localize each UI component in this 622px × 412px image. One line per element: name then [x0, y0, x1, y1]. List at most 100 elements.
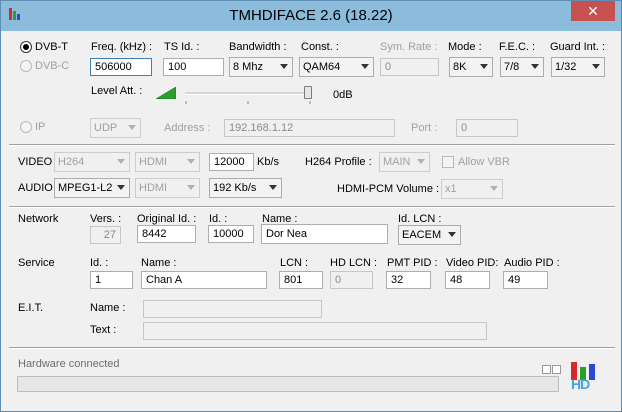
chevron-down-icon [269, 185, 277, 190]
audio-bitrate-select[interactable]: 192 Kb/s [209, 178, 282, 198]
chevron-down-icon [361, 64, 369, 69]
divider [9, 206, 615, 208]
chevron-down-icon [117, 159, 125, 164]
level-slider-ticks [185, 101, 311, 104]
fec-select[interactable]: 7/8 [500, 57, 544, 77]
address-label: Address : [164, 122, 211, 134]
h264-profile-value: MAIN [383, 156, 411, 168]
service-name-label: Name : [141, 257, 177, 269]
service-id-label: Id. : [90, 257, 109, 269]
ip-radio[interactable] [20, 121, 32, 133]
const-value: QAM64 [303, 61, 341, 73]
bandwidth-label: Bandwidth : [229, 41, 287, 53]
indicator-box [552, 365, 561, 374]
network-lcn-select[interactable]: EACEM [398, 225, 461, 245]
mode-value: 8K [453, 61, 467, 73]
progress-bar [17, 376, 559, 392]
video-input-value: HDMI [139, 156, 168, 168]
protocol-value: UDP [94, 122, 118, 134]
eit-text-label: Text : [90, 324, 117, 336]
bandwidth-select[interactable]: 8 Mhz [229, 57, 293, 77]
address-input[interactable]: 192.168.1.12 [224, 119, 395, 137]
video-label: VIDEO [18, 156, 53, 168]
eit-name-input[interactable] [143, 300, 322, 318]
h264-profile-select[interactable]: MAIN [379, 152, 430, 172]
service-audio-pid-label: Audio PID : [504, 257, 560, 269]
network-lcn-value: EACEM [402, 229, 442, 241]
close-button[interactable]: ✕ [571, 1, 615, 21]
chevron-down-icon [490, 186, 498, 191]
title-bar: TMHDIFACE 2.6 (18.22) ✕ [1, 1, 621, 31]
chevron-down-icon [187, 185, 195, 190]
network-section-label: Network [18, 213, 59, 225]
network-name-input[interactable]: Dor Nea [261, 224, 388, 244]
video-codec-select[interactable]: H264 [54, 152, 130, 172]
allow-vbr-label: Allow VBR [458, 156, 510, 168]
service-audio-pid-input[interactable]: 49 [503, 271, 548, 289]
dvbc-radio[interactable] [20, 60, 32, 72]
video-input-select[interactable]: HDMI [135, 152, 200, 172]
fec-label: F.E.C. : [499, 41, 536, 53]
mode-label: Mode : [448, 41, 482, 53]
chevron-down-icon [531, 64, 539, 69]
h264-profile-label: H264 Profile : [305, 156, 372, 168]
eit-text-input[interactable] [143, 322, 487, 340]
guard-value: 1/32 [555, 61, 577, 73]
video-unit-label: Kb/s [257, 156, 280, 168]
dvbc-label: DVB-C [35, 60, 70, 72]
chevron-down-icon [280, 64, 288, 69]
tsid-label: TS Id. : [164, 41, 200, 53]
service-lcn-label: LCN : [280, 257, 309, 269]
const-label: Const. : [301, 41, 339, 53]
guard-select[interactable]: 1/32 [551, 57, 605, 77]
service-name-input[interactable]: Chan A [141, 271, 267, 289]
network-vers-input[interactable]: 27 [90, 226, 121, 244]
audio-input-select[interactable]: HDMI [135, 178, 200, 198]
network-orig-id-label: Original Id. : [137, 213, 197, 225]
dvbt-radio[interactable] [20, 41, 32, 53]
const-select[interactable]: QAM64 [299, 57, 374, 77]
status-indicators [542, 365, 562, 377]
service-lcn-input[interactable]: 801 [279, 271, 323, 289]
tsid-input[interactable]: 100 [163, 58, 224, 76]
network-vers-label: Vers. : [90, 213, 122, 225]
service-pmt-label: PMT PID : [387, 257, 438, 269]
network-orig-id-input[interactable]: 8442 [137, 225, 196, 243]
hd-logo: HD [569, 362, 599, 394]
video-bitrate-input[interactable]: 12000 [209, 153, 254, 171]
level-slider-track[interactable] [185, 92, 311, 95]
audio-input-value: HDMI [139, 182, 168, 194]
hdmi-pcm-label: HDMI-PCM Volume : [337, 183, 440, 195]
port-input[interactable]: 0 [456, 119, 518, 137]
chevron-down-icon [480, 64, 488, 69]
level-slider-thumb[interactable] [304, 86, 312, 99]
chevron-down-icon [417, 159, 425, 164]
port-label: Port : [411, 122, 438, 134]
ip-label: IP [35, 121, 46, 133]
service-video-pid-input[interactable]: 48 [445, 271, 490, 289]
service-hdlcn-label: HD LCN : [330, 257, 378, 269]
service-pmt-input[interactable]: 32 [386, 271, 431, 289]
symrate-label: Sym. Rate : [380, 41, 438, 53]
bandwidth-value: 8 Mhz [233, 61, 263, 73]
hdmi-pcm-value: x1 [445, 183, 457, 195]
audio-label: AUDIO [18, 182, 53, 194]
service-hdlcn-input[interactable]: 0 [330, 271, 373, 289]
service-section-label: Service [18, 257, 55, 269]
allow-vbr-checkbox[interactable] [442, 156, 454, 168]
indicator-box [542, 365, 551, 374]
audio-bitrate-value: 192 Kb/s [213, 182, 257, 194]
freq-input[interactable]: 506000 [90, 58, 152, 76]
divider [9, 347, 615, 349]
audio-codec-select[interactable]: MPEG1-L2 [54, 178, 130, 198]
mode-select[interactable]: 8K [449, 57, 493, 77]
symrate-input[interactable]: 0 [380, 58, 439, 76]
chevron-down-icon [117, 185, 125, 190]
eit-name-label: Name : [90, 302, 126, 314]
protocol-select[interactable]: UDP [90, 118, 141, 138]
network-id-input[interactable]: 10000 [208, 225, 254, 243]
network-lcn-label: Id. LCN : [398, 213, 442, 225]
service-id-input[interactable]: 1 [90, 271, 133, 289]
level-value: 0dB [333, 89, 353, 101]
hdmi-pcm-select[interactable]: x1 [441, 179, 503, 199]
